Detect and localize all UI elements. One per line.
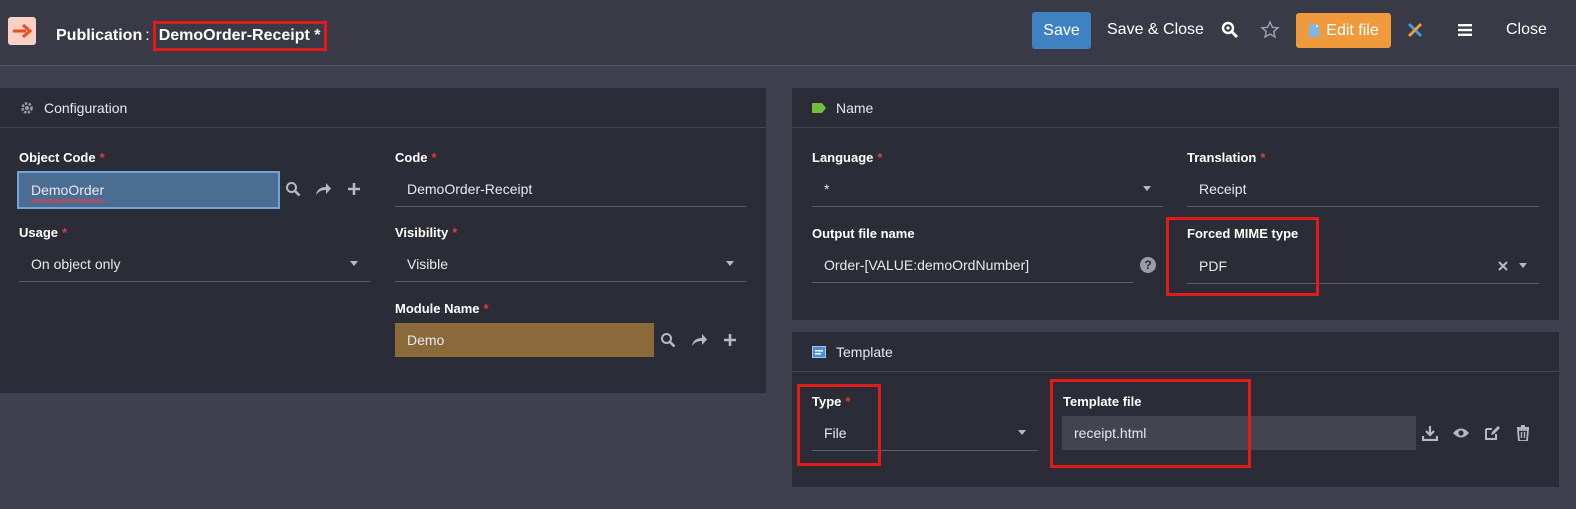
output-file-name-input[interactable]: Order-[VALUE:demoOrdNumber] [812, 247, 1133, 283]
usage-value: On object only [31, 255, 121, 272]
template-icon [812, 345, 826, 359]
translation-label: Translation * [1187, 150, 1266, 165]
tag-icon [812, 101, 826, 115]
template-panel: Template Type * File Template file receip… [792, 332, 1559, 487]
template-header: Template [792, 332, 1559, 372]
add-icon[interactable] [720, 330, 740, 350]
output-file-name-label: Output file name [812, 226, 915, 241]
type-value: File [824, 424, 847, 441]
template-file-value: receipt.html [1074, 425, 1147, 441]
search-icon[interactable] [658, 330, 678, 350]
record-name: DemoOrder-Receipt * [152, 21, 327, 51]
star-icon[interactable] [1259, 19, 1281, 41]
code-value: DemoOrder-Receipt [407, 180, 533, 197]
usage-label: Usage * [19, 225, 68, 240]
forced-mime-select[interactable]: PDF [1187, 248, 1539, 284]
language-value: * [824, 180, 830, 197]
language-select[interactable]: * [812, 171, 1163, 207]
clear-icon[interactable] [1493, 256, 1513, 276]
add-icon[interactable] [344, 179, 364, 199]
translation-value: Receipt [1199, 180, 1247, 197]
search-icon[interactable] [1219, 19, 1241, 41]
usage-select[interactable]: On object only [19, 246, 370, 282]
trash-icon[interactable] [1513, 423, 1533, 443]
template-title: Template [836, 343, 893, 360]
search-icon[interactable] [283, 179, 303, 199]
visibility-value: Visible [407, 255, 448, 272]
share-arrow-icon[interactable] [689, 330, 709, 350]
download-icon[interactable] [1420, 423, 1440, 443]
configuration-title: Configuration [44, 99, 128, 116]
gear-icon [20, 101, 34, 115]
chevron-down-icon [1143, 186, 1151, 191]
module-name-label: Module Name * [395, 301, 489, 316]
template-file-label: Template file [1063, 394, 1142, 409]
object-type-label: Publication [56, 27, 143, 44]
object-code-input[interactable]: DemoOrder [17, 171, 280, 209]
edit-file-label: Edit file [1326, 21, 1379, 39]
configuration-header: Configuration [0, 88, 766, 128]
configuration-panel: Configuration Object Code * DemoOrder Cod… [0, 88, 766, 393]
chevron-down-icon [350, 261, 358, 266]
tools-icon[interactable] [1404, 19, 1426, 41]
object-code-value: DemoOrder [31, 182, 105, 198]
svg-text:?: ? [1144, 258, 1151, 272]
chevron-down-icon [726, 261, 734, 266]
close-button[interactable]: Close [1506, 21, 1547, 39]
name-header: Name [792, 88, 1559, 128]
object-code-label: Object Code * [19, 150, 105, 165]
eye-icon[interactable] [1451, 423, 1471, 443]
page-title: Publication: DemoOrder-Receipt * [56, 21, 327, 51]
forced-mime-value: PDF [1199, 257, 1227, 274]
visibility-label: Visibility * [395, 225, 458, 240]
chevron-down-icon [1018, 430, 1026, 435]
menu-icon[interactable] [1454, 19, 1476, 41]
forced-mime-label: Forced MIME type [1187, 226, 1299, 241]
language-label: Language * [812, 150, 883, 165]
translation-input[interactable]: Receipt [1187, 171, 1539, 207]
save-button[interactable]: Save [1032, 12, 1091, 49]
help-icon[interactable]: ? [1138, 255, 1158, 275]
share-arrow-icon[interactable] [313, 179, 333, 199]
output-file-name-value: Order-[VALUE:demoOrdNumber] [824, 256, 1030, 273]
code-label: Code * [395, 150, 437, 165]
template-file-input[interactable]: receipt.html [1062, 416, 1416, 450]
save-close-button[interactable]: Save & Close [1107, 21, 1204, 39]
module-name-input[interactable]: Demo [395, 323, 654, 357]
type-label: Type * [812, 394, 851, 409]
type-select[interactable]: File [812, 415, 1038, 451]
top-bar: Publication: DemoOrder-Receipt * Save Sav… [0, 0, 1576, 66]
module-name-value: Demo [407, 332, 445, 348]
publication-icon [8, 17, 36, 45]
chevron-down-icon [1519, 263, 1527, 268]
code-input[interactable]: DemoOrder-Receipt [395, 171, 746, 207]
file-icon [1309, 24, 1320, 37]
name-title: Name [836, 99, 874, 116]
title-separator: : [145, 27, 150, 44]
edit-file-button[interactable]: Edit file [1296, 13, 1391, 48]
name-panel: Name Language * * Translation * Receipt Ou… [792, 88, 1559, 320]
visibility-select[interactable]: Visible [395, 246, 746, 282]
edit-icon[interactable] [1482, 423, 1502, 443]
